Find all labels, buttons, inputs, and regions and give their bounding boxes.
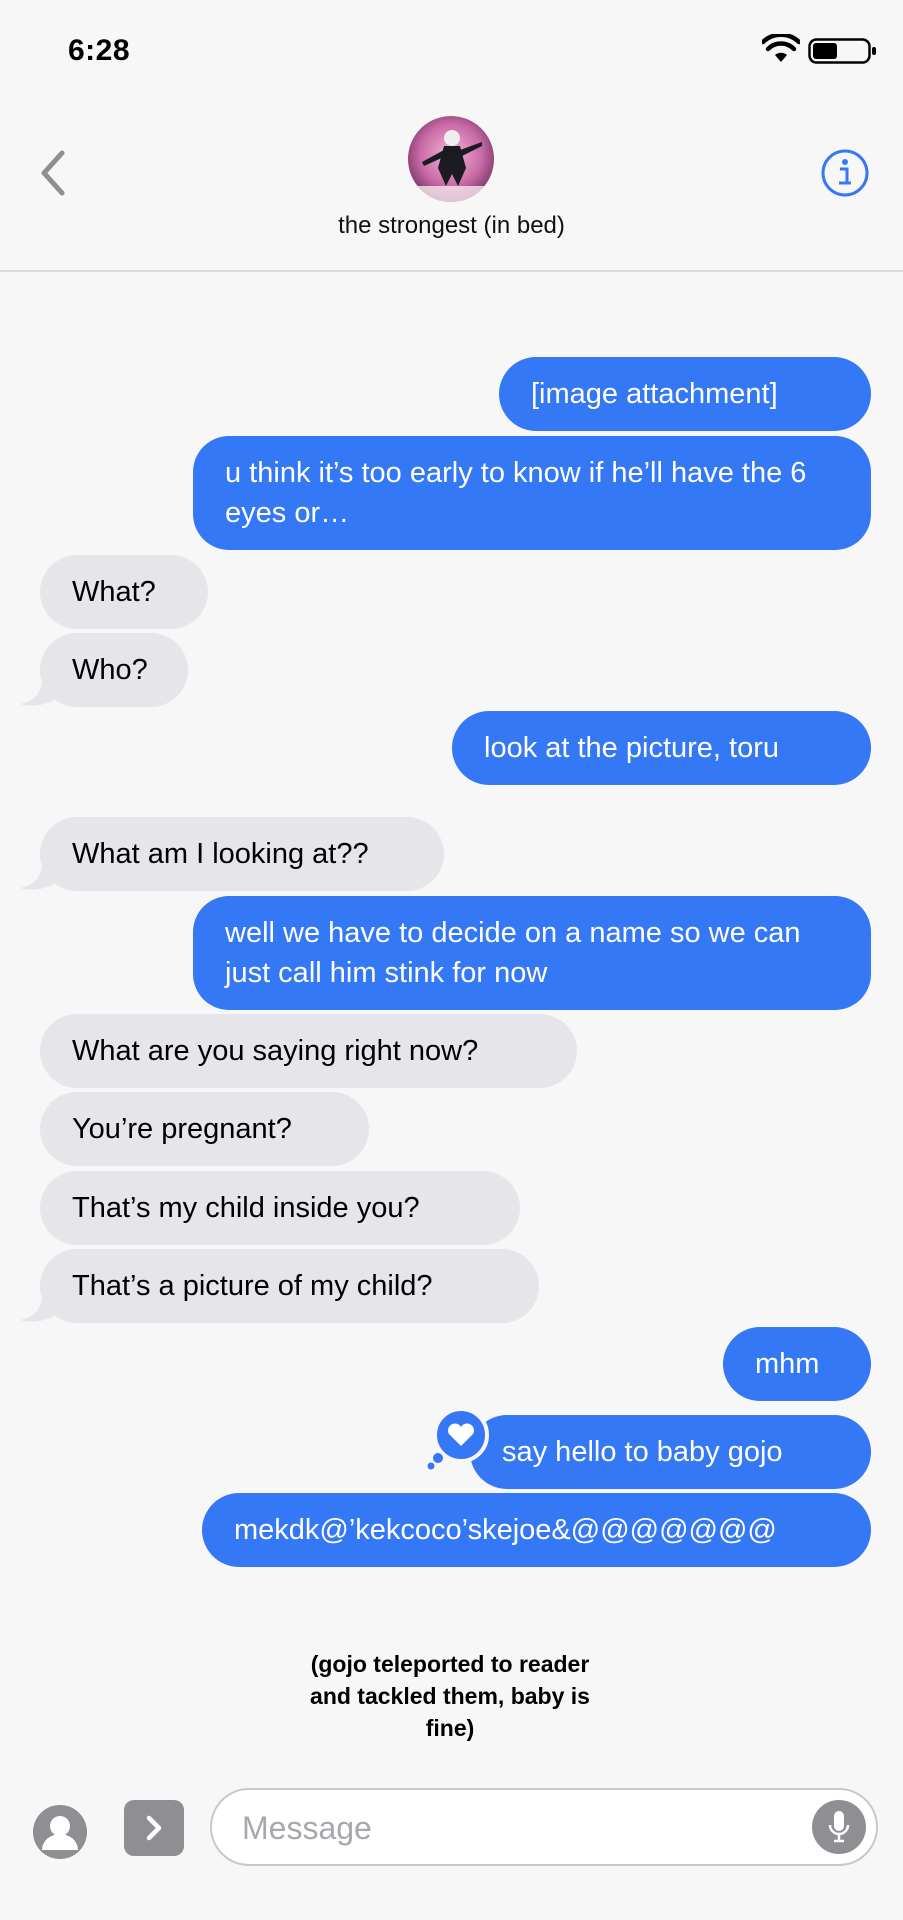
message-bubble-received[interactable]: Who?	[40, 633, 188, 707]
contact-name[interactable]: the strongest (in bed)	[0, 212, 903, 240]
message-field[interactable]	[210, 1788, 878, 1866]
message-bubble-received[interactable]: What?	[40, 555, 208, 629]
message-bubble-received[interactable]: You’re pregnant?	[40, 1092, 369, 1166]
conversation-header: the strongest (in bed)	[0, 100, 903, 272]
message-bubble-sent[interactable]: look at the picture, toru	[452, 711, 871, 785]
message-bubble-sent[interactable]: well we have to decide on a name so we c…	[193, 896, 871, 1010]
microphone-button[interactable]	[812, 1800, 866, 1854]
composer-bar	[0, 1774, 903, 1920]
battery-icon	[808, 38, 876, 64]
status-bar: 6:28	[0, 0, 903, 100]
message-bubble-received[interactable]: What am I looking at??	[40, 817, 444, 891]
message-bubble-received[interactable]: That’s my child inside you?	[40, 1171, 520, 1245]
caption-text: (gojo teleported to reader and tackled t…	[310, 1651, 590, 1741]
message-bubble-sent[interactable]: u think it’s too early to know if he’ll …	[193, 436, 871, 550]
message-bubble-sent[interactable]: [image attachment]	[499, 357, 871, 431]
avatar[interactable]	[408, 116, 494, 202]
status-time: 6:28	[68, 34, 131, 67]
message-bubble-sent[interactable]: mekdk@’kekcoco’skejoe&@@@@@@@	[202, 1493, 871, 1567]
bubble-tail	[20, 864, 58, 890]
chevron-right-icon	[146, 1815, 162, 1841]
heart-icon[interactable]	[426, 1408, 492, 1472]
avatar-image	[408, 116, 494, 202]
chevron-left-icon[interactable]	[36, 148, 70, 198]
bubble-tail	[20, 680, 58, 706]
apps-button[interactable]	[124, 1800, 184, 1856]
message-bubble-received[interactable]: What are you saying right now?	[40, 1014, 577, 1088]
message-bubble-sent[interactable]: mhm	[723, 1327, 871, 1401]
info-icon[interactable]	[820, 148, 870, 198]
wifi-icon	[762, 34, 800, 62]
message-bubble-received[interactable]: That’s a picture of my child?	[40, 1249, 539, 1323]
bubble-tail	[20, 1296, 58, 1322]
contact-icon[interactable]	[32, 1804, 88, 1860]
message-bubble-sent[interactable]: say hello to baby gojo	[470, 1415, 871, 1489]
message-input[interactable]	[242, 1806, 782, 1850]
microphone-icon	[828, 1811, 850, 1843]
